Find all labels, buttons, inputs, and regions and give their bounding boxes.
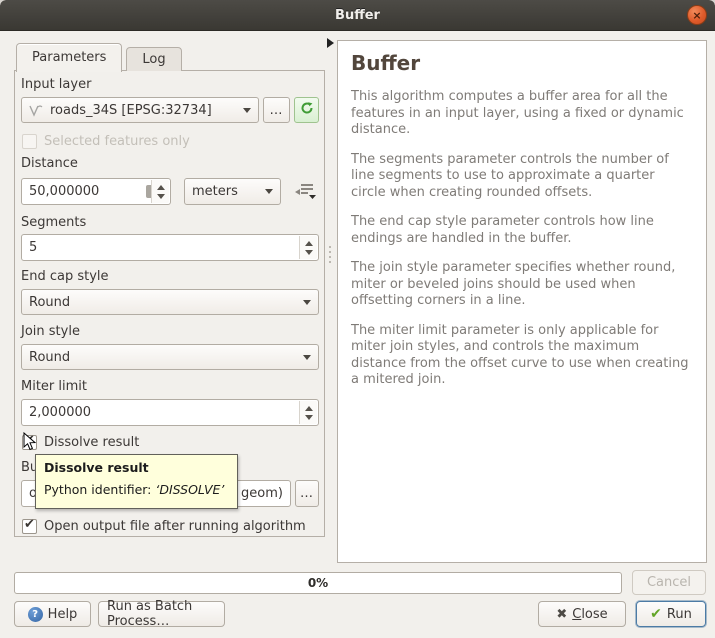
window-close-button[interactable]: ×	[687, 5, 707, 25]
mouse-cursor-icon	[23, 432, 37, 456]
help-paragraph: The join style parameter specifies wheth…	[351, 260, 693, 310]
spin-up-icon	[157, 185, 165, 190]
segments-spinner[interactable]	[299, 236, 317, 259]
input-layer-label: Input layer	[21, 77, 91, 93]
distance-label: Distance	[21, 156, 78, 172]
tab-bar: Parameters Log	[16, 42, 186, 71]
help-paragraph: The segments parameter controls the numb…	[351, 152, 693, 202]
dissolve-tooltip: Dissolve result Python identifier: ‘DISS…	[35, 454, 238, 509]
distance-spinner[interactable]	[151, 180, 169, 203]
distance-value: 50,000000	[29, 184, 99, 199]
iterate-icon	[300, 101, 314, 119]
help-panel-collapse-icon[interactable]	[327, 38, 334, 48]
input-layer-select[interactable]: roads_34S [EPSG:32734]	[21, 97, 259, 123]
buffer-dialog: Buffer × Parameters Log Input layer road…	[0, 0, 715, 638]
output-path-end: geom)	[241, 486, 283, 501]
help-button[interactable]: ? Help	[14, 601, 91, 627]
tab-log[interactable]: Log	[126, 47, 181, 71]
run-as-batch-label: Run as Batch Process…	[107, 599, 216, 629]
help-paragraph: The end cap style parameter controls how…	[351, 214, 693, 247]
splitter-handle[interactable]	[329, 246, 331, 263]
end-cap-style-select[interactable]: Round	[21, 289, 319, 315]
dissolve-label: Dissolve result	[44, 435, 139, 451]
progress-bar: 0%	[14, 572, 622, 594]
miter-limit-spinner[interactable]	[299, 401, 317, 424]
dissolve-checkbox[interactable]: ✔ Dissolve result	[22, 434, 139, 451]
selected-features-label: Selected features only	[44, 134, 190, 150]
distance-units-select[interactable]: meters	[184, 178, 281, 205]
end-cap-style-value: Round	[29, 295, 70, 310]
tooltip-body: Python identifier: ‘DISSOLVE’	[44, 482, 229, 497]
selected-features-checkbox: Selected features only	[22, 133, 190, 150]
open-output-checkbox[interactable]: ✔ Open output file after running algorit…	[22, 518, 306, 535]
checkbox-checked-icon: ✔	[22, 519, 37, 534]
help-label: Help	[48, 607, 78, 622]
chevron-down-icon	[243, 108, 251, 113]
join-style-value: Round	[29, 350, 70, 365]
spin-up-icon	[305, 241, 313, 246]
buffered-output-browse-button[interactable]: …	[295, 480, 319, 507]
vector-line-layer-icon	[29, 104, 44, 117]
run-check-icon: ✔	[650, 606, 662, 622]
tab-parameters[interactable]: Parameters	[16, 43, 122, 72]
join-style-label: Join style	[21, 324, 80, 340]
close-label: Close	[572, 607, 607, 622]
input-layer-browse-button[interactable]: …	[263, 97, 290, 123]
miter-limit-input[interactable]: 2,000000	[21, 399, 319, 426]
spin-down-icon	[157, 194, 165, 199]
cancel-button[interactable]: Cancel	[632, 570, 706, 595]
chevron-down-icon	[265, 189, 273, 194]
open-output-label: Open output file after running algorithm	[44, 519, 306, 535]
run-button[interactable]: ✔ Run	[636, 601, 706, 627]
chevron-down-icon	[303, 355, 311, 360]
checkbox-unchecked-icon	[22, 134, 37, 149]
progress-value: 0%	[308, 576, 328, 590]
help-paragraph: This algorithm computes a buffer area fo…	[351, 89, 693, 139]
spin-down-icon	[305, 250, 313, 255]
distance-units-value: meters	[192, 184, 238, 199]
segments-label: Segments	[21, 215, 86, 231]
tooltip-python-identifier: ‘DISSOLVE’	[155, 482, 224, 497]
miter-limit-label: Miter limit	[21, 379, 87, 395]
input-layer-value: roads_34S [EPSG:32734]	[50, 103, 212, 118]
data-defined-override-button[interactable]	[294, 181, 318, 205]
spin-up-icon	[305, 406, 313, 411]
help-panel: Buffer This algorithm computes a buffer …	[337, 40, 707, 563]
distance-input[interactable]: 50,000000 ×	[21, 178, 171, 205]
help-icon: ?	[28, 607, 43, 622]
cancel-label: Cancel	[647, 575, 691, 590]
segments-value: 5	[29, 240, 37, 255]
iterate-over-layer-button[interactable]	[294, 97, 319, 123]
close-x-icon: ✖	[556, 607, 567, 622]
run-as-batch-button[interactable]: Run as Batch Process…	[98, 601, 225, 627]
tooltip-title: Dissolve result	[44, 460, 229, 475]
end-cap-style-label: End cap style	[21, 269, 109, 285]
window-title: Buffer	[335, 8, 380, 23]
help-title: Buffer	[351, 51, 693, 75]
segments-input[interactable]: 5	[21, 234, 319, 261]
join-style-select[interactable]: Round	[21, 344, 319, 370]
ellipsis-icon: …	[270, 103, 284, 118]
miter-limit-value: 2,000000	[29, 405, 91, 420]
titlebar[interactable]: Buffer ×	[0, 0, 715, 31]
run-label: Run	[667, 607, 692, 622]
close-button[interactable]: ✖ Close	[538, 601, 626, 627]
spin-down-icon	[305, 415, 313, 420]
close-icon: ×	[692, 10, 701, 21]
chevron-down-icon	[303, 300, 311, 305]
help-paragraph: The miter limit parameter is only applic…	[351, 323, 693, 389]
ellipsis-icon: …	[300, 486, 314, 501]
